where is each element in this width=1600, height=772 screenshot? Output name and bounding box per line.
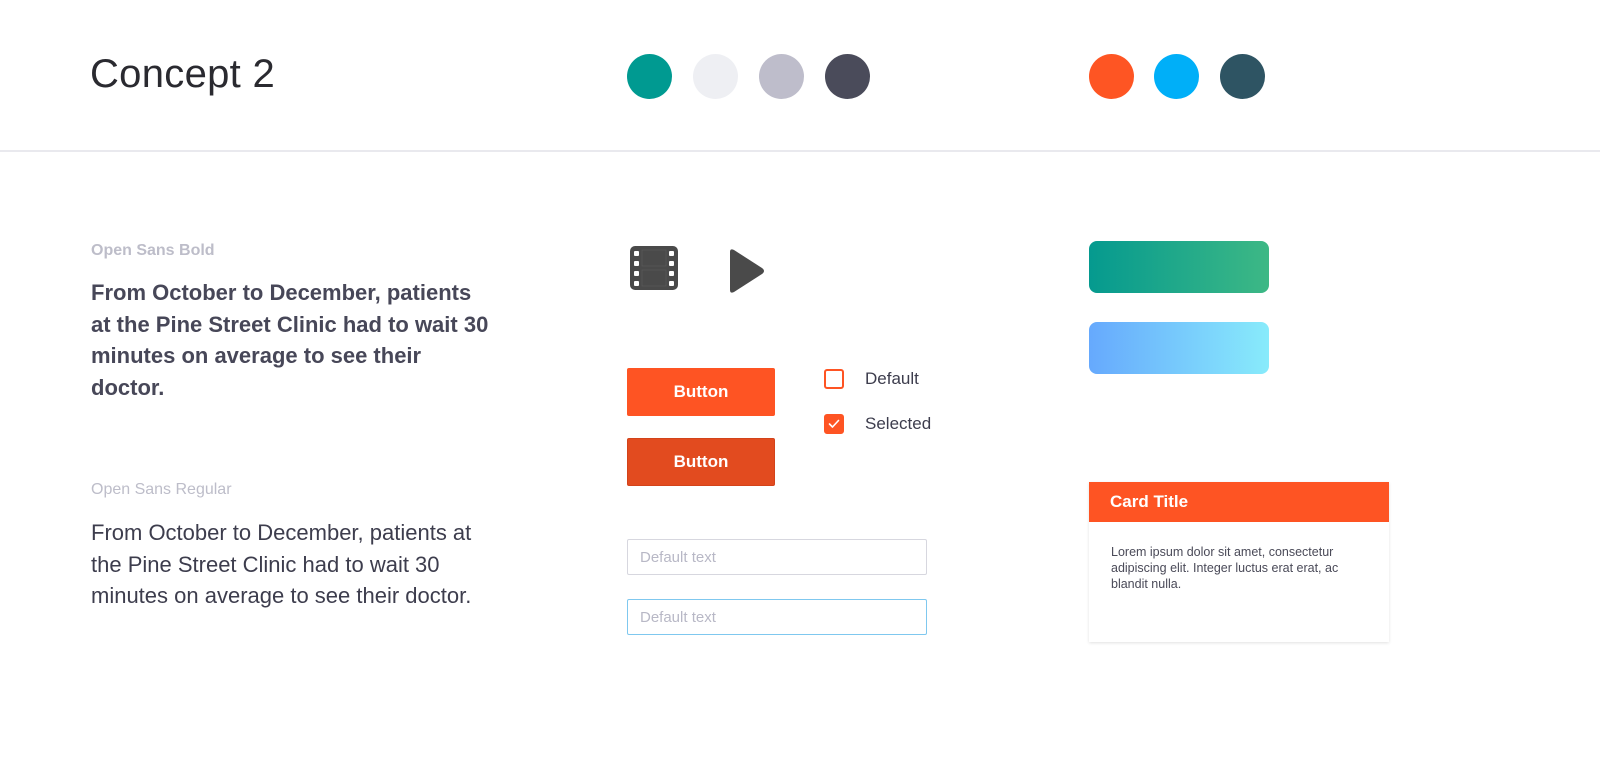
checkbox-checked[interactable]	[824, 414, 844, 434]
blue-gradient-swatch	[1089, 322, 1269, 374]
swatch-mid-gray	[759, 54, 804, 99]
green-gradient-swatch	[1089, 241, 1269, 293]
bold-font-caption: Open Sans Bold	[91, 242, 215, 259]
checkbox-default-label: Default	[865, 369, 919, 388]
default-text-input[interactable]	[627, 539, 927, 575]
pressed-button[interactable]: Button	[627, 438, 775, 486]
checkbox-default[interactable]: Default	[824, 369, 919, 389]
focused-text-input[interactable]	[627, 599, 927, 635]
card-title: Card Title	[1089, 482, 1389, 522]
primary-button[interactable]: Button	[627, 368, 775, 416]
checkbox-selected-label: Selected	[865, 414, 932, 433]
header-bar: Concept 2	[0, 0, 1600, 152]
checkbox-selected[interactable]: Selected	[824, 414, 931, 434]
film-icon	[630, 246, 678, 290]
sample-card: Card Title Lorem ipsum dolor sit amet, c…	[1089, 482, 1389, 642]
swatch-dark-gray	[825, 54, 870, 99]
regular-font-caption: Open Sans Regular	[91, 481, 232, 498]
swatch-light-gray	[693, 54, 738, 99]
swatch-sky-blue	[1154, 54, 1199, 99]
checkbox-unchecked[interactable]	[824, 369, 844, 389]
card-body-text: Lorem ipsum dolor sit amet, consectetur …	[1111, 545, 1339, 591]
checkmark-icon	[828, 419, 840, 428]
play-icon[interactable]	[726, 248, 766, 294]
swatch-teal	[627, 54, 672, 99]
swatch-slate-blue	[1220, 54, 1265, 99]
swatch-orange	[1089, 54, 1134, 99]
regular-font-sample: From October to December, patients at th…	[91, 520, 472, 608]
bold-font-sample: From October to December, patients at th…	[91, 280, 489, 400]
page-title: Concept 2	[90, 52, 276, 96]
